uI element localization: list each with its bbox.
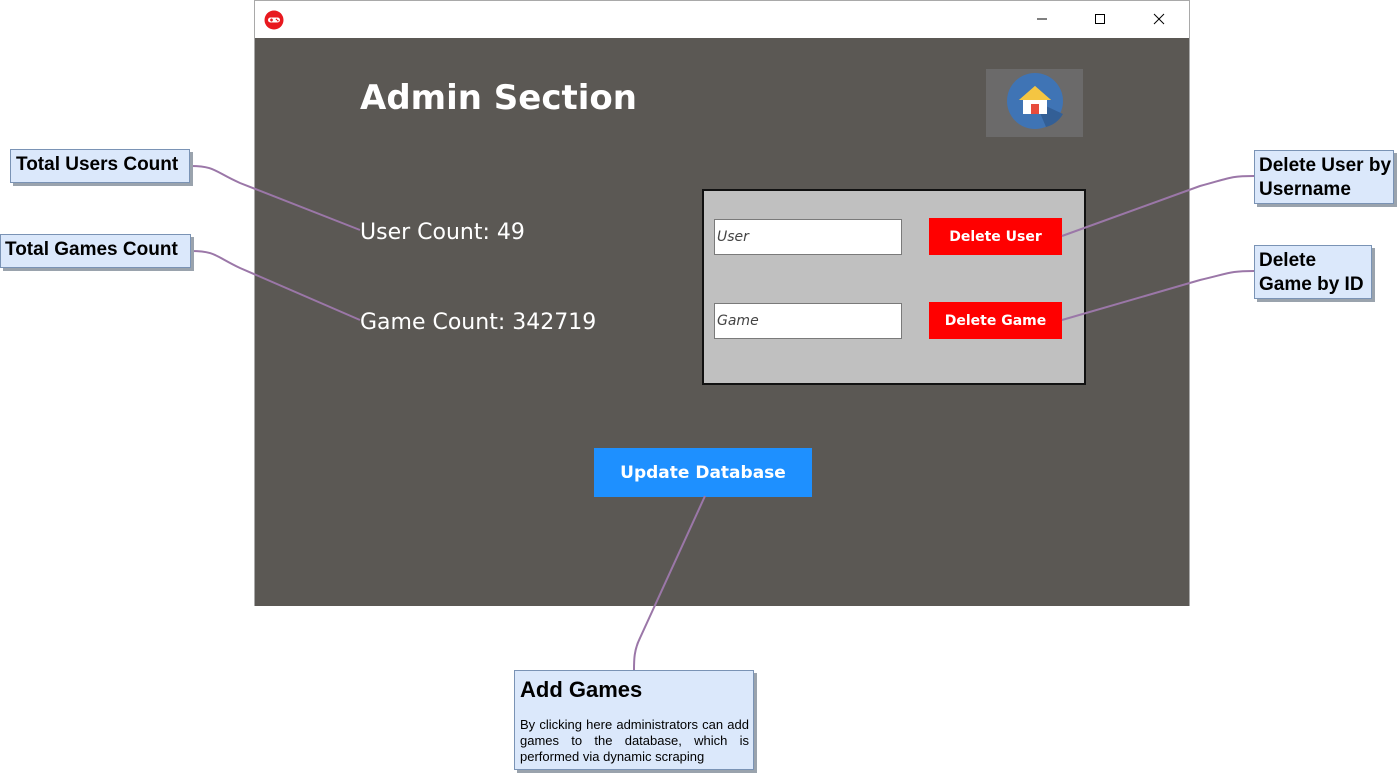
maximize-icon — [1094, 10, 1106, 29]
callout-total-users: Total Users Count — [10, 149, 190, 183]
game-controller-icon — [264, 10, 284, 30]
stage: Admin Section User Count: 49 Game Count:… — [0, 0, 1397, 776]
close-icon — [1153, 10, 1165, 29]
app-window: Admin Section User Count: 49 Game Count:… — [254, 0, 1190, 606]
user-count-label: User Count: 49 — [360, 220, 525, 245]
page-title: Admin Section — [360, 78, 637, 118]
close-button[interactable] — [1130, 1, 1188, 38]
callout-delete-user: Delete User by Username — [1254, 150, 1394, 204]
maximize-button[interactable] — [1071, 1, 1129, 38]
callout-add-games-title: Add Games — [520, 677, 643, 702]
delete-game-button[interactable]: Delete Game — [929, 302, 1062, 339]
callout-total-games: Total Games Count — [0, 234, 191, 268]
callout-delete-game: Delete Game by ID — [1254, 245, 1372, 299]
minimize-icon — [1036, 10, 1048, 29]
user-input[interactable] — [714, 219, 902, 255]
title-bar — [255, 1, 1189, 38]
game-count-label: Game Count: 342719 — [360, 310, 597, 335]
admin-content: Admin Section User Count: 49 Game Count:… — [255, 38, 1189, 606]
callout-add-games-description: By clicking here administrators can add … — [520, 717, 749, 764]
game-input[interactable] — [714, 303, 902, 339]
minimize-button[interactable] — [1013, 1, 1071, 38]
home-icon — [1006, 72, 1064, 134]
home-button[interactable] — [986, 69, 1083, 137]
update-database-button[interactable]: Update Database — [594, 448, 812, 497]
callout-add-games: Add Games By clicking here administrator… — [514, 670, 754, 770]
delete-user-button[interactable]: Delete User — [929, 218, 1062, 255]
delete-panel: Delete User Delete Game — [702, 189, 1086, 385]
